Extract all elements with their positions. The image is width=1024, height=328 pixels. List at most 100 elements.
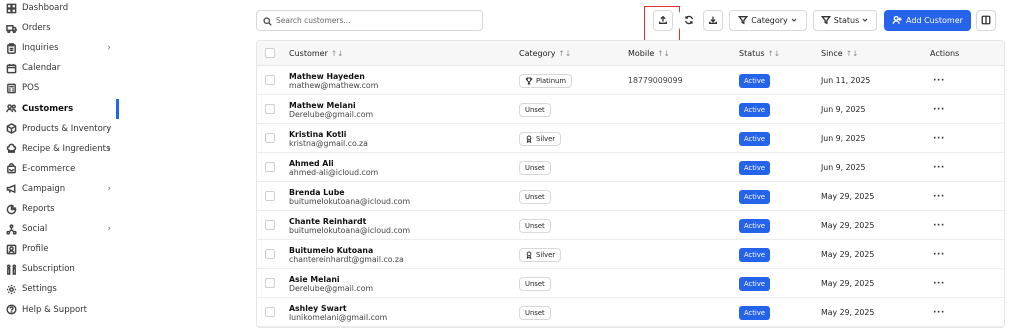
customers-table: Customer ↑↓ Category ↑↓ Mobile ↑↓ Status… xyxy=(256,40,1005,328)
status-badge: Active xyxy=(739,247,771,262)
sidebar-item-dashboard[interactable]: Dashboard xyxy=(0,0,119,18)
category-badge: Silver xyxy=(519,247,562,262)
table-row[interactable]: Ahmed Ali ahmed-ali@icloud.com Unset Active… xyxy=(257,153,1004,182)
sidebar-item-reports[interactable]: Reports xyxy=(0,199,119,219)
sidebar-item-products-inventory[interactable]: Products & Inventory › xyxy=(0,119,119,139)
table-row[interactable]: Mathew Hayeden mathew@mathew.com Platinum 1… xyxy=(257,66,1004,95)
row-checkbox[interactable] xyxy=(265,104,275,114)
table-row[interactable]: Kristina Kotli kristna@gmail.co.za Silver A… xyxy=(257,124,1004,153)
category-label: Unset xyxy=(525,192,545,201)
sidebar-item-profile[interactable]: Profile xyxy=(0,239,119,259)
customer-email: Derelube@gmail.com xyxy=(289,109,374,119)
add-customer-button[interactable]: Add Customer xyxy=(884,10,971,31)
row-actions-cell: ··· xyxy=(933,298,945,327)
status-cell: Active xyxy=(739,153,771,182)
row-checkbox[interactable] xyxy=(265,220,275,230)
row-checkbox[interactable] xyxy=(265,307,275,317)
more-actions-icon[interactable]: ··· xyxy=(933,163,945,173)
customer-name: Brenda Lube xyxy=(289,187,345,197)
since-cell: May 29, 2025 xyxy=(821,192,875,201)
category-cell: Unset xyxy=(519,95,551,124)
status-filter-button[interactable]: Status xyxy=(813,10,877,31)
table-row[interactable]: Ashley Swart lunikomelani@gmail.com Unset A… xyxy=(257,298,1004,327)
since-cell: May 29, 2025 xyxy=(821,221,875,230)
row-checkbox[interactable] xyxy=(265,162,275,172)
more-actions-icon[interactable]: ··· xyxy=(933,76,945,86)
more-actions-icon[interactable]: ··· xyxy=(933,308,945,318)
sidebar-item-label: E-commerce xyxy=(22,163,76,174)
sidebar-item-orders[interactable]: Orders xyxy=(0,18,119,38)
add-customer-label: Add Customer xyxy=(906,16,963,25)
table-row[interactable]: Mathew Melani Derelube@gmail.com Unset Acti… xyxy=(257,95,1004,124)
sidebar-item-help-support[interactable]: Help & Support xyxy=(0,300,119,320)
more-actions-icon[interactable]: ··· xyxy=(933,250,945,260)
header-mobile[interactable]: Mobile ↑↓ xyxy=(628,41,670,66)
customer-cell: Buitumelo Kutoana chantereinhardt@gmail.c… xyxy=(289,240,404,269)
status-badge: Active xyxy=(739,276,771,291)
sidebar-item-customers[interactable]: Customers xyxy=(0,98,119,119)
row-actions-cell: ··· xyxy=(933,66,945,95)
more-actions-icon[interactable]: ··· xyxy=(933,134,945,144)
row-checkbox[interactable] xyxy=(265,133,275,143)
more-actions-icon[interactable]: ··· xyxy=(933,279,945,289)
table-row[interactable]: Brenda Lube buitumelokutoana@icloud.com Un… xyxy=(257,182,1004,211)
chevron-down-icon xyxy=(861,16,869,26)
table-row[interactable]: Buitumelo Kutoana chantereinhardt@gmail.c… xyxy=(257,240,1004,269)
sidebar-item-label: Recipe & Ingredients xyxy=(22,143,111,154)
sidebar-item-e-commerce[interactable]: E-commerce xyxy=(0,159,119,179)
columns-icon xyxy=(981,15,991,27)
since-cell: May 29, 2025 xyxy=(821,279,875,288)
import-button[interactable] xyxy=(703,10,723,31)
profile-icon xyxy=(0,244,22,255)
category-filter-button[interactable]: Category xyxy=(729,10,807,31)
status-badge: Active xyxy=(739,131,771,146)
sidebar-item-social[interactable]: Social › xyxy=(0,219,119,239)
sidebar-item-campaign[interactable]: Campaign › xyxy=(0,179,119,199)
truck-icon xyxy=(0,23,22,34)
header-since[interactable]: Since ↑↓ xyxy=(821,41,858,66)
row-checkbox[interactable] xyxy=(265,249,275,259)
store-icon xyxy=(0,163,22,174)
status-badge: Active xyxy=(739,73,771,88)
table-row[interactable]: Chante Reinhardt buitumelokutoana@icloud.… xyxy=(257,211,1004,240)
more-actions-icon[interactable]: ··· xyxy=(933,192,945,202)
row-checkbox[interactable] xyxy=(265,191,275,201)
table-header: Customer ↑↓ Category ↑↓ Mobile ↑↓ Status… xyxy=(257,41,1004,66)
sidebar-item-label: Products & Inventory xyxy=(22,123,112,134)
category-badge: Unset xyxy=(519,102,551,117)
sidebar-item-pos[interactable]: POS xyxy=(0,78,119,98)
category-cell: Unset xyxy=(519,211,551,240)
sidebar-item-inquiries[interactable]: Inquiries › xyxy=(0,38,119,58)
sidebar-item-settings[interactable]: Settings xyxy=(0,279,119,299)
customer-name: Mathew Melani xyxy=(289,100,356,110)
search-box[interactable] xyxy=(256,10,483,31)
status-filter-label: Status xyxy=(833,16,860,25)
sidebar-item-label: Settings xyxy=(22,284,57,295)
refresh-button[interactable] xyxy=(679,10,699,31)
row-checkbox[interactable] xyxy=(265,75,275,85)
columns-toggle-button[interactable] xyxy=(976,10,996,31)
header-customer-label: Customer xyxy=(289,49,328,58)
sidebar-item-recipe-ingredients[interactable]: Recipe & Ingredients › xyxy=(0,139,119,159)
category-cell: Unset xyxy=(519,298,551,327)
select-all-checkbox[interactable] xyxy=(265,48,275,58)
more-actions-icon[interactable]: ··· xyxy=(933,105,945,115)
sidebar-item-subscription[interactable]: Subscription xyxy=(0,259,119,279)
sidebar-item-label: Calendar xyxy=(22,63,61,74)
refresh-icon xyxy=(684,15,694,27)
sidebar-item-label: Orders xyxy=(22,23,51,34)
more-actions-icon[interactable]: ··· xyxy=(933,221,945,231)
category-label: Unset xyxy=(525,279,545,288)
search-input[interactable] xyxy=(276,16,476,25)
customer-email: kristna@gmail.co.za xyxy=(289,138,368,148)
sidebar-item-calendar[interactable]: Calendar xyxy=(0,58,119,78)
row-checkbox[interactable] xyxy=(265,278,275,288)
customer-name: Mathew Hayeden xyxy=(289,71,365,81)
header-status[interactable]: Status ↑↓ xyxy=(739,41,780,66)
category-label: Unset xyxy=(525,105,545,114)
header-category[interactable]: Category ↑↓ xyxy=(519,41,571,66)
header-customer[interactable]: Customer ↑↓ xyxy=(289,41,343,66)
calendar-icon xyxy=(0,63,22,74)
since-cell: Jun 11, 2025 xyxy=(821,76,871,85)
table-row[interactable]: Asie Melani Derelube@gmail.com Unset Active… xyxy=(257,269,1004,298)
